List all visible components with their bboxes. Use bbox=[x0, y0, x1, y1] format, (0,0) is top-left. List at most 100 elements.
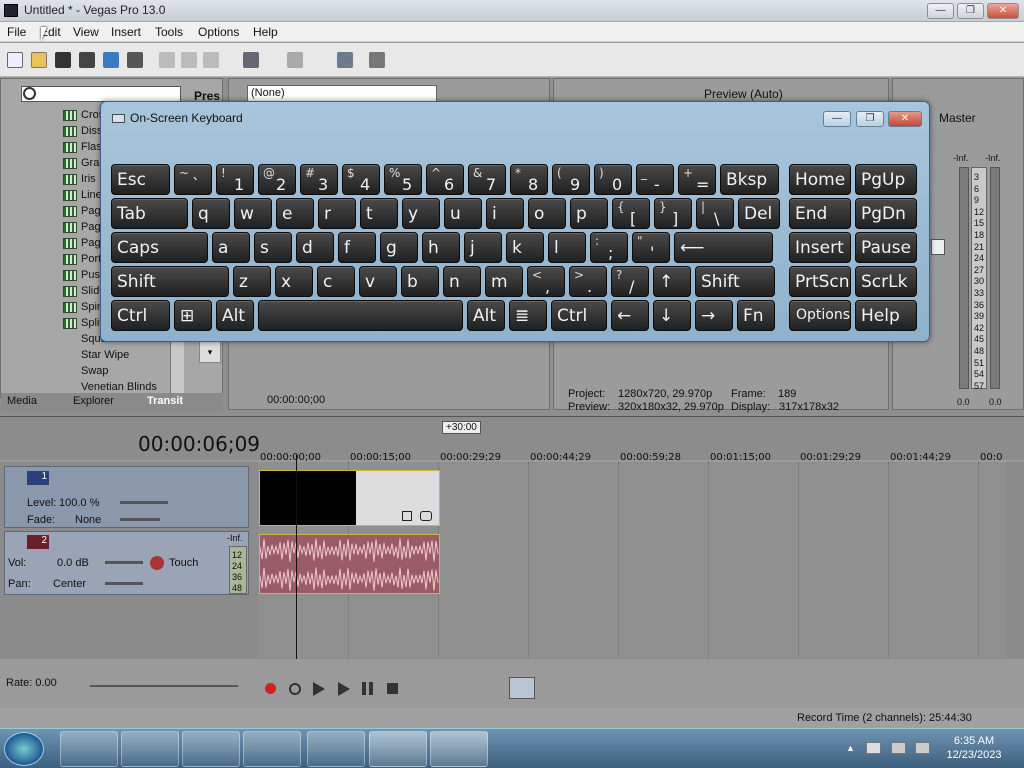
automation-mode[interactable]: Touch bbox=[169, 557, 198, 569]
key-4-3[interactable] bbox=[258, 300, 463, 331]
key-3-9[interactable]: >. bbox=[569, 266, 607, 297]
key-4-2[interactable]: Alt bbox=[216, 300, 254, 331]
video-event[interactable] bbox=[259, 470, 440, 526]
key-1-16[interactable]: PgDn bbox=[855, 198, 917, 229]
osk-maximize-button[interactable]: ❐ bbox=[856, 111, 884, 127]
key-4-1[interactable]: ⊞ bbox=[174, 300, 212, 331]
key-4-9[interactable]: → bbox=[695, 300, 733, 331]
key-2-11[interactable]: " ' bbox=[632, 232, 670, 263]
key-3-8[interactable]: <, bbox=[527, 266, 565, 297]
pan-slider[interactable] bbox=[105, 582, 143, 585]
osk-close-button[interactable]: ✕ bbox=[888, 111, 922, 127]
maximize-button[interactable]: ❐ bbox=[957, 3, 984, 19]
key-1-11[interactable]: {[ bbox=[612, 198, 650, 229]
key-3-13[interactable]: PrtScn bbox=[789, 266, 851, 297]
tab-media[interactable]: Media bbox=[7, 395, 37, 407]
volume-slider[interactable] bbox=[105, 561, 143, 564]
rate-slider[interactable] bbox=[90, 685, 238, 687]
loop-playback-button[interactable] bbox=[289, 683, 301, 695]
key-4-5[interactable]: ≣ bbox=[509, 300, 547, 331]
menu-help[interactable]: Help bbox=[253, 25, 278, 39]
key-4-8[interactable]: ↓ bbox=[653, 300, 691, 331]
key-1-9[interactable]: o bbox=[528, 198, 566, 229]
start-button[interactable] bbox=[4, 732, 44, 766]
key-3-10[interactable]: ? / bbox=[611, 266, 649, 297]
key-3-2[interactable]: x bbox=[275, 266, 313, 297]
tab-transitions[interactable]: Transit bbox=[147, 395, 183, 407]
preview-quality-dropdown[interactable]: Preview (Auto) bbox=[704, 87, 783, 101]
key-1-5[interactable]: t bbox=[360, 198, 398, 229]
transition-item[interactable]: Star Wipe bbox=[81, 349, 129, 361]
key-2-4[interactable]: f bbox=[338, 232, 376, 263]
automation-settings-icon[interactable] bbox=[150, 556, 164, 570]
firefox-taskbar-icon[interactable] bbox=[307, 731, 365, 767]
menu-options[interactable]: Options bbox=[198, 25, 239, 39]
transition-item[interactable]: Pag bbox=[81, 221, 101, 233]
key-2-8[interactable]: k bbox=[506, 232, 544, 263]
on-screen-keyboard-taskbar-icon[interactable] bbox=[430, 731, 488, 767]
key-0-6[interactable]: % 5 bbox=[384, 164, 422, 195]
whats-this-help-icon[interactable] bbox=[369, 52, 385, 68]
key-2-13[interactable]: Insert bbox=[789, 232, 851, 263]
transition-item[interactable]: Swap bbox=[81, 365, 109, 377]
key-4-10[interactable]: Fn bbox=[737, 300, 775, 331]
key-2-14[interactable]: Pause bbox=[855, 232, 917, 263]
key-0-14[interactable]: Bksp bbox=[720, 164, 779, 195]
key-4-12[interactable]: Help bbox=[855, 300, 917, 331]
volume-icon[interactable] bbox=[915, 742, 930, 754]
stop-button[interactable] bbox=[387, 683, 398, 694]
pause-button[interactable] bbox=[362, 682, 373, 695]
record-button[interactable] bbox=[265, 683, 276, 694]
vegas-pro-taskbar-icon[interactable] bbox=[369, 731, 427, 767]
key-0-7[interactable]: ^ 6 bbox=[426, 164, 464, 195]
preview-scroll-down[interactable]: ▾ bbox=[199, 341, 221, 363]
key-1-15[interactable]: End bbox=[789, 198, 851, 229]
menu-tools[interactable]: Tools bbox=[155, 25, 183, 39]
key-2-6[interactable]: h bbox=[422, 232, 460, 263]
new-project-icon[interactable] bbox=[7, 52, 23, 68]
show-hidden-icons-button[interactable]: ▲ bbox=[846, 743, 855, 753]
key-3-1[interactable]: z bbox=[233, 266, 271, 297]
key-0-13[interactable]: + = bbox=[678, 164, 716, 195]
key-1-7[interactable]: u bbox=[444, 198, 482, 229]
open-icon[interactable] bbox=[31, 52, 47, 68]
undo-icon[interactable] bbox=[243, 52, 259, 68]
play-button[interactable] bbox=[338, 682, 350, 696]
network-icon[interactable] bbox=[866, 742, 881, 754]
menu-insert[interactable]: Insert bbox=[111, 25, 141, 39]
properties-icon[interactable] bbox=[127, 52, 143, 68]
chrome-taskbar-icon[interactable] bbox=[243, 731, 301, 767]
level-slider[interactable] bbox=[120, 501, 168, 504]
playhead-cursor[interactable] bbox=[296, 455, 297, 659]
key-1-14[interactable]: Del bbox=[738, 198, 780, 229]
key-3-5[interactable]: b bbox=[401, 266, 439, 297]
media-player-taskbar-icon[interactable] bbox=[182, 731, 240, 767]
key-0-4[interactable]: #3 bbox=[300, 164, 338, 195]
audio-event[interactable] bbox=[259, 534, 440, 594]
key-1-2[interactable]: w bbox=[234, 198, 272, 229]
preset-dropdown[interactable]: (None) bbox=[247, 85, 437, 102]
key-1-4[interactable]: r bbox=[318, 198, 356, 229]
key-1-1[interactable]: q bbox=[192, 198, 230, 229]
tab-explorer[interactable]: Explorer bbox=[73, 395, 114, 407]
save-icon[interactable] bbox=[55, 52, 71, 68]
system-clock[interactable]: 6:35 AM 12/23/2023 bbox=[935, 735, 1013, 761]
key-0-8[interactable]: & 7 bbox=[468, 164, 506, 195]
key-1-10[interactable]: p bbox=[570, 198, 608, 229]
paste-icon[interactable] bbox=[203, 52, 219, 68]
save-as-icon[interactable] bbox=[79, 52, 95, 68]
key-4-7[interactable]: ← bbox=[611, 300, 649, 331]
minimize-button[interactable]: — bbox=[927, 3, 954, 19]
normal-edit-tool-icon[interactable] bbox=[509, 677, 535, 699]
key-2-2[interactable]: s bbox=[254, 232, 292, 263]
key-2-12[interactable]: ⟵ bbox=[674, 232, 773, 263]
master-fader[interactable] bbox=[931, 239, 945, 255]
transition-item[interactable]: Pag bbox=[81, 237, 101, 249]
key-0-5[interactable]: $4 bbox=[342, 164, 380, 195]
key-0-10[interactable]: (9 bbox=[552, 164, 590, 195]
search-box[interactable] bbox=[21, 86, 181, 102]
event-fx-icon[interactable] bbox=[420, 511, 432, 521]
osk-minimize-button[interactable]: — bbox=[823, 111, 851, 127]
transition-item[interactable]: Flas bbox=[81, 141, 102, 153]
key-0-3[interactable]: @2 bbox=[258, 164, 296, 195]
